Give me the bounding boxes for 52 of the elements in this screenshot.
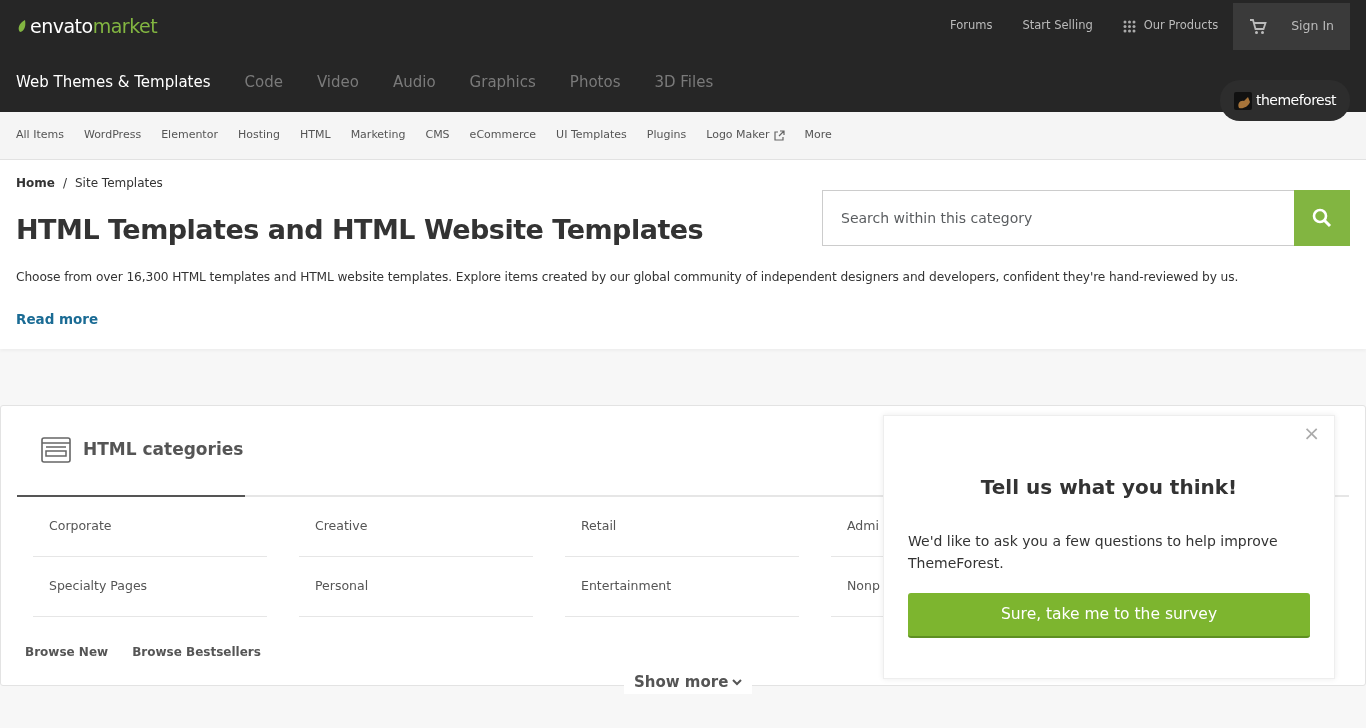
subnav-link[interactable]: eCommerce (469, 127, 537, 144)
read-more-link[interactable]: Read more (16, 310, 99, 327)
page-title: HTML Templates and HTML Website Templates (16, 214, 705, 247)
category-link[interactable]: Personal (299, 556, 533, 617)
search-field[interactable]: Search within this category (822, 190, 1294, 246)
subnav-link[interactable]: Plugins (646, 127, 687, 144)
description: Choose from over 16,300 HTML templates and HTML website templates. Explore items created by our global community of independent designers and developers, confident they're hand-reviewed by us. (16, 269, 1240, 287)
category-link[interactable]: Corporate (33, 496, 267, 557)
category-tab[interactable]: Video (316, 70, 359, 94)
category-tab[interactable]: Photos (569, 70, 621, 94)
sign-in-button[interactable]: Sign In (1233, 2, 1350, 50)
category-link[interactable]: Entertainment (565, 556, 799, 617)
subnav-link[interactable]: Elementor (161, 127, 218, 144)
breadcrumb-separator: / (62, 175, 67, 192)
category-tab[interactable]: Audio (392, 70, 436, 94)
category-tab[interactable]: Graphics (469, 70, 536, 94)
site-badge[interactable]: themeforest (1219, 80, 1350, 121)
external-link-icon (773, 130, 785, 141)
breadcrumb-link[interactable]: Home (16, 174, 55, 192)
layout-icon (41, 437, 71, 464)
cart-icon (1249, 17, 1268, 35)
subnav-link[interactable]: More (804, 127, 832, 144)
subnav-link[interactable]: CMS (425, 127, 450, 144)
category-tab[interactable]: Code (244, 70, 283, 94)
popup-text: We'd like to ask you a few questions to help improve ThemeForest. (908, 532, 1279, 574)
leaf-icon (1233, 91, 1252, 110)
subnav-link[interactable]: UI Templates (556, 127, 627, 144)
subnav-link[interactable]: WordPress (83, 127, 142, 144)
category-tab[interactable]: 3D Files (654, 70, 714, 94)
browse-link[interactable]: Browse New (25, 642, 109, 661)
grid-icon (1122, 19, 1136, 33)
subnav-link[interactable]: Logo Maker (706, 127, 785, 144)
nav-link[interactable]: Our Products (1107, 17, 1234, 35)
search-button[interactable] (1294, 190, 1350, 246)
nav-link[interactable]: Start Selling (1007, 17, 1108, 35)
category-tab[interactable]: Web Themes & Templates (16, 70, 211, 94)
subnav-link[interactable]: HTML (300, 127, 331, 144)
popup-title: Tell us what you think! (979, 474, 1239, 501)
logo[interactable]: envatomarket (16, 11, 158, 41)
category-link[interactable]: Specialty Pages (33, 556, 267, 617)
search-icon (1312, 208, 1332, 228)
nav-link[interactable]: Forums (935, 17, 1008, 35)
subnav-link[interactable]: All Items (16, 127, 64, 144)
chevron-down-icon (732, 678, 743, 687)
subnav-link[interactable]: Hosting (237, 127, 280, 144)
leaf-icon (16, 19, 26, 33)
category-link[interactable]: Retail (565, 496, 799, 557)
category-link[interactable]: Creative (299, 496, 533, 557)
categories-tab[interactable]: HTML categories (17, 405, 245, 497)
breadcrumb-link[interactable]: Site Templates (75, 174, 163, 192)
subnav-link[interactable]: Marketing (350, 127, 406, 144)
browse-link[interactable]: Browse Bestsellers (132, 642, 261, 661)
